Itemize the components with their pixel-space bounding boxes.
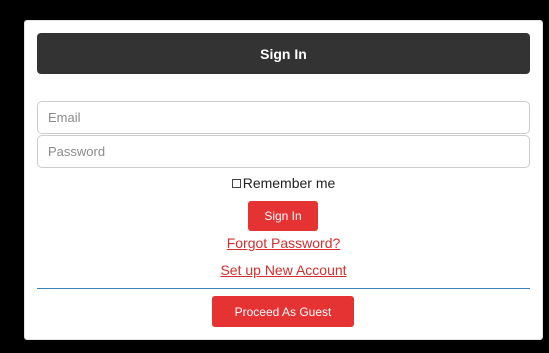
sign-in-card: Sign In Remember me Sign In Forgot Passw… xyxy=(24,20,543,340)
setup-new-account-link[interactable]: Set up New Account xyxy=(25,262,542,278)
password-input[interactable] xyxy=(37,135,530,168)
email-input[interactable] xyxy=(37,101,530,134)
remember-me-label: Remember me xyxy=(242,175,336,191)
remember-me-checkbox[interactable] xyxy=(231,178,241,188)
sign-in-header: Sign In xyxy=(37,33,530,74)
page-title: Sign In xyxy=(260,45,307,62)
divider xyxy=(37,288,530,289)
remember-me-row[interactable]: Remember me xyxy=(25,174,542,192)
proceed-as-guest-button[interactable]: Proceed As Guest xyxy=(212,296,354,327)
forgot-password-link[interactable]: Forgot Password? xyxy=(25,235,542,251)
sign-in-button[interactable]: Sign In xyxy=(248,201,318,231)
